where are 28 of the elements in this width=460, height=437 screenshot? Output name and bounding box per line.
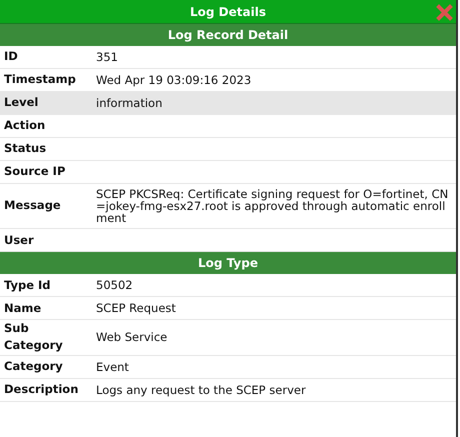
field-value: 351 (95, 48, 119, 66)
field-label: Level (3, 94, 40, 112)
field-label: Sub Category (3, 320, 64, 354)
field-label: User (3, 232, 35, 249)
field-label: Message (3, 197, 62, 214)
field-label: Name (3, 300, 42, 317)
field-value: SCEP Request (95, 300, 177, 318)
close-icon (436, 4, 453, 22)
field-value: Logs any request to the SCEP server (95, 382, 307, 399)
dialog-title: Log Details (0, 0, 456, 24)
field-label: Action (3, 117, 46, 134)
highlighted-row[interactable]: Level information (0, 92, 456, 115)
field-label: Category (3, 358, 64, 376)
field-value: SCEP PKCSReq: Certificate signing request for O=fortinet, CN=jokey-fmg-esx27.root is approved through automatic enrollment (95, 186, 450, 228)
close-button[interactable] (436, 3, 453, 20)
field-label: Status (3, 140, 48, 158)
field-value: information (95, 94, 164, 112)
field-value: Wed Apr 19 03:09:16 2023 (95, 72, 252, 89)
section-header: Log Record Detail (0, 24, 456, 46)
field-label: Source IP (3, 163, 66, 180)
section-header: Log Type (0, 252, 456, 274)
field-label: Timestamp (3, 71, 77, 88)
field-value: Web Service (95, 329, 168, 346)
field-value: 50502 (95, 277, 134, 294)
field-value: Event (95, 358, 130, 376)
field-label: Type Id (3, 276, 52, 294)
field-label: Description (3, 381, 80, 398)
field-label: ID (3, 48, 19, 66)
